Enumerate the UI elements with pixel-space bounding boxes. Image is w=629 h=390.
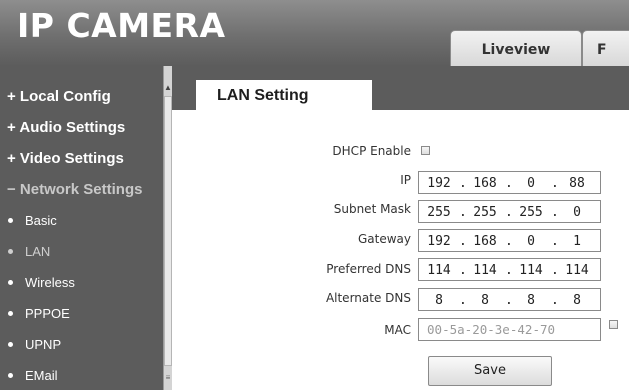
mac-label: MAC [384,323,411,337]
sidebar-item-video-settings[interactable]: + Video Settings [0,143,162,174]
dns2-octet-1[interactable]: 8 [419,293,459,308]
sidebar-item-label: Basic [25,213,57,228]
sidebar-item-upnp[interactable]: UPNP [0,329,162,360]
brand-logo: IP CAMERA [17,6,226,45]
dhcp-checkbox[interactable] [421,146,430,155]
mac-separator: - [487,322,495,337]
dns1-octet-2[interactable]: 114 [465,263,505,278]
subnet-octet-1[interactable]: 255 [419,205,459,220]
scroll-grip-icon: ≡ [165,373,171,382]
mac-part-5[interactable]: 42 [517,322,532,337]
dns2-octet-4[interactable]: 8 [557,293,597,308]
save-button[interactable]: Save [428,356,552,386]
subnet-octet-4[interactable]: 0 [557,205,597,220]
mac-part-3[interactable]: 20 [472,322,487,337]
sidebar-item-local-config[interactable]: + Local Config [0,81,162,112]
gateway-field[interactable]: 192. 168. 0. 1 [418,229,601,252]
sidebar-item-label: Wireless [25,275,75,290]
sidebar-menu: + Local Config + Audio Settings + Video … [0,66,162,390]
bullet-icon [8,218,13,224]
sidebar-item-email[interactable]: EMail [0,360,162,390]
tab-liveview[interactable]: Liveview [450,30,582,66]
sidebar-item-label: UPNP [25,337,62,352]
sidebar-item-pppoe[interactable]: PPPOE [0,298,162,329]
mac-separator: - [442,322,450,337]
dns1-octet-3[interactable]: 114 [511,263,551,278]
preferred-dns-label: Preferred DNS [326,262,411,276]
mac-part-4[interactable]: 3e [495,322,510,337]
ip-octet-3[interactable]: 0 [511,176,551,191]
ip-octet-2[interactable]: 168 [465,176,505,191]
sidebar: + Local Config + Audio Settings + Video … [0,66,172,390]
dns2-octet-2[interactable]: 8 [465,293,505,308]
dhcp-label: DHCP Enable [332,144,411,158]
gateway-label: Gateway [357,232,411,246]
sidebar-item-wireless[interactable]: Wireless [0,267,162,298]
bullet-icon [8,373,13,379]
ip-field[interactable]: 192. 168. 0. 88 [418,171,601,194]
sidebar-item-network-settings[interactable]: − Network Settings [0,174,162,205]
dns2-octet-3[interactable]: 8 [511,293,551,308]
tab-lan-setting[interactable]: LAN Setting [196,80,372,110]
gateway-octet-1[interactable]: 192 [419,234,459,249]
gateway-octet-3[interactable]: 0 [511,234,551,249]
mac-part-2[interactable]: 5a [450,322,465,337]
mac-separator: - [532,322,540,337]
preferred-dns-field[interactable]: 114. 114. 114. 114 [418,258,601,281]
gateway-octet-2[interactable]: 168 [465,234,505,249]
subnet-label: Subnet Mask [333,202,411,216]
mac-part-1[interactable]: 00 [427,322,442,337]
bullet-icon [8,311,13,317]
sidebar-item-label: LAN [25,244,51,259]
app-header: IP CAMERA Liveview F [0,0,629,66]
ip-octet-4[interactable]: 88 [557,176,597,191]
dns1-octet-1[interactable]: 114 [419,263,459,278]
dns1-octet-4[interactable]: 114 [557,263,597,278]
sidebar-item-label: EMail [25,368,58,383]
mac-part-6[interactable]: 70 [540,322,555,337]
bullet-icon [8,249,13,255]
alternate-dns-label: Alternate DNS [325,291,411,305]
bullet-icon [8,280,13,286]
sidebar-item-label: PPPOE [25,306,70,321]
mac-field[interactable]: 00- 5a - 20- 3e - 42- 70 [418,318,601,341]
subnet-mask-field[interactable]: 255. 255. 255. 0 [418,200,601,223]
ip-label: IP [400,173,411,187]
sidebar-item-lan[interactable]: LAN [0,236,162,267]
sidebar-item-basic[interactable]: Basic [0,205,162,236]
sidebar-scrollbar[interactable]: ▲ ≡ [163,66,172,390]
mac-edit-checkbox[interactable] [609,320,618,329]
subnet-octet-2[interactable]: 255 [465,205,505,220]
scroll-thumb[interactable] [164,96,172,366]
gateway-octet-4[interactable]: 1 [557,234,597,249]
ip-octet-1[interactable]: 192 [419,176,459,191]
sidebar-item-audio-settings[interactable]: + Audio Settings [0,112,162,143]
scroll-up-icon[interactable]: ▲ [164,83,172,93]
subnet-octet-3[interactable]: 255 [511,205,551,220]
mac-separator: - [464,322,473,337]
alternate-dns-field[interactable]: 8. 8. 8. 8 [418,288,601,311]
tab-playback[interactable]: F [582,30,629,66]
mac-separator: - [509,322,518,337]
bullet-icon [8,342,13,348]
content-panel [172,66,629,390]
